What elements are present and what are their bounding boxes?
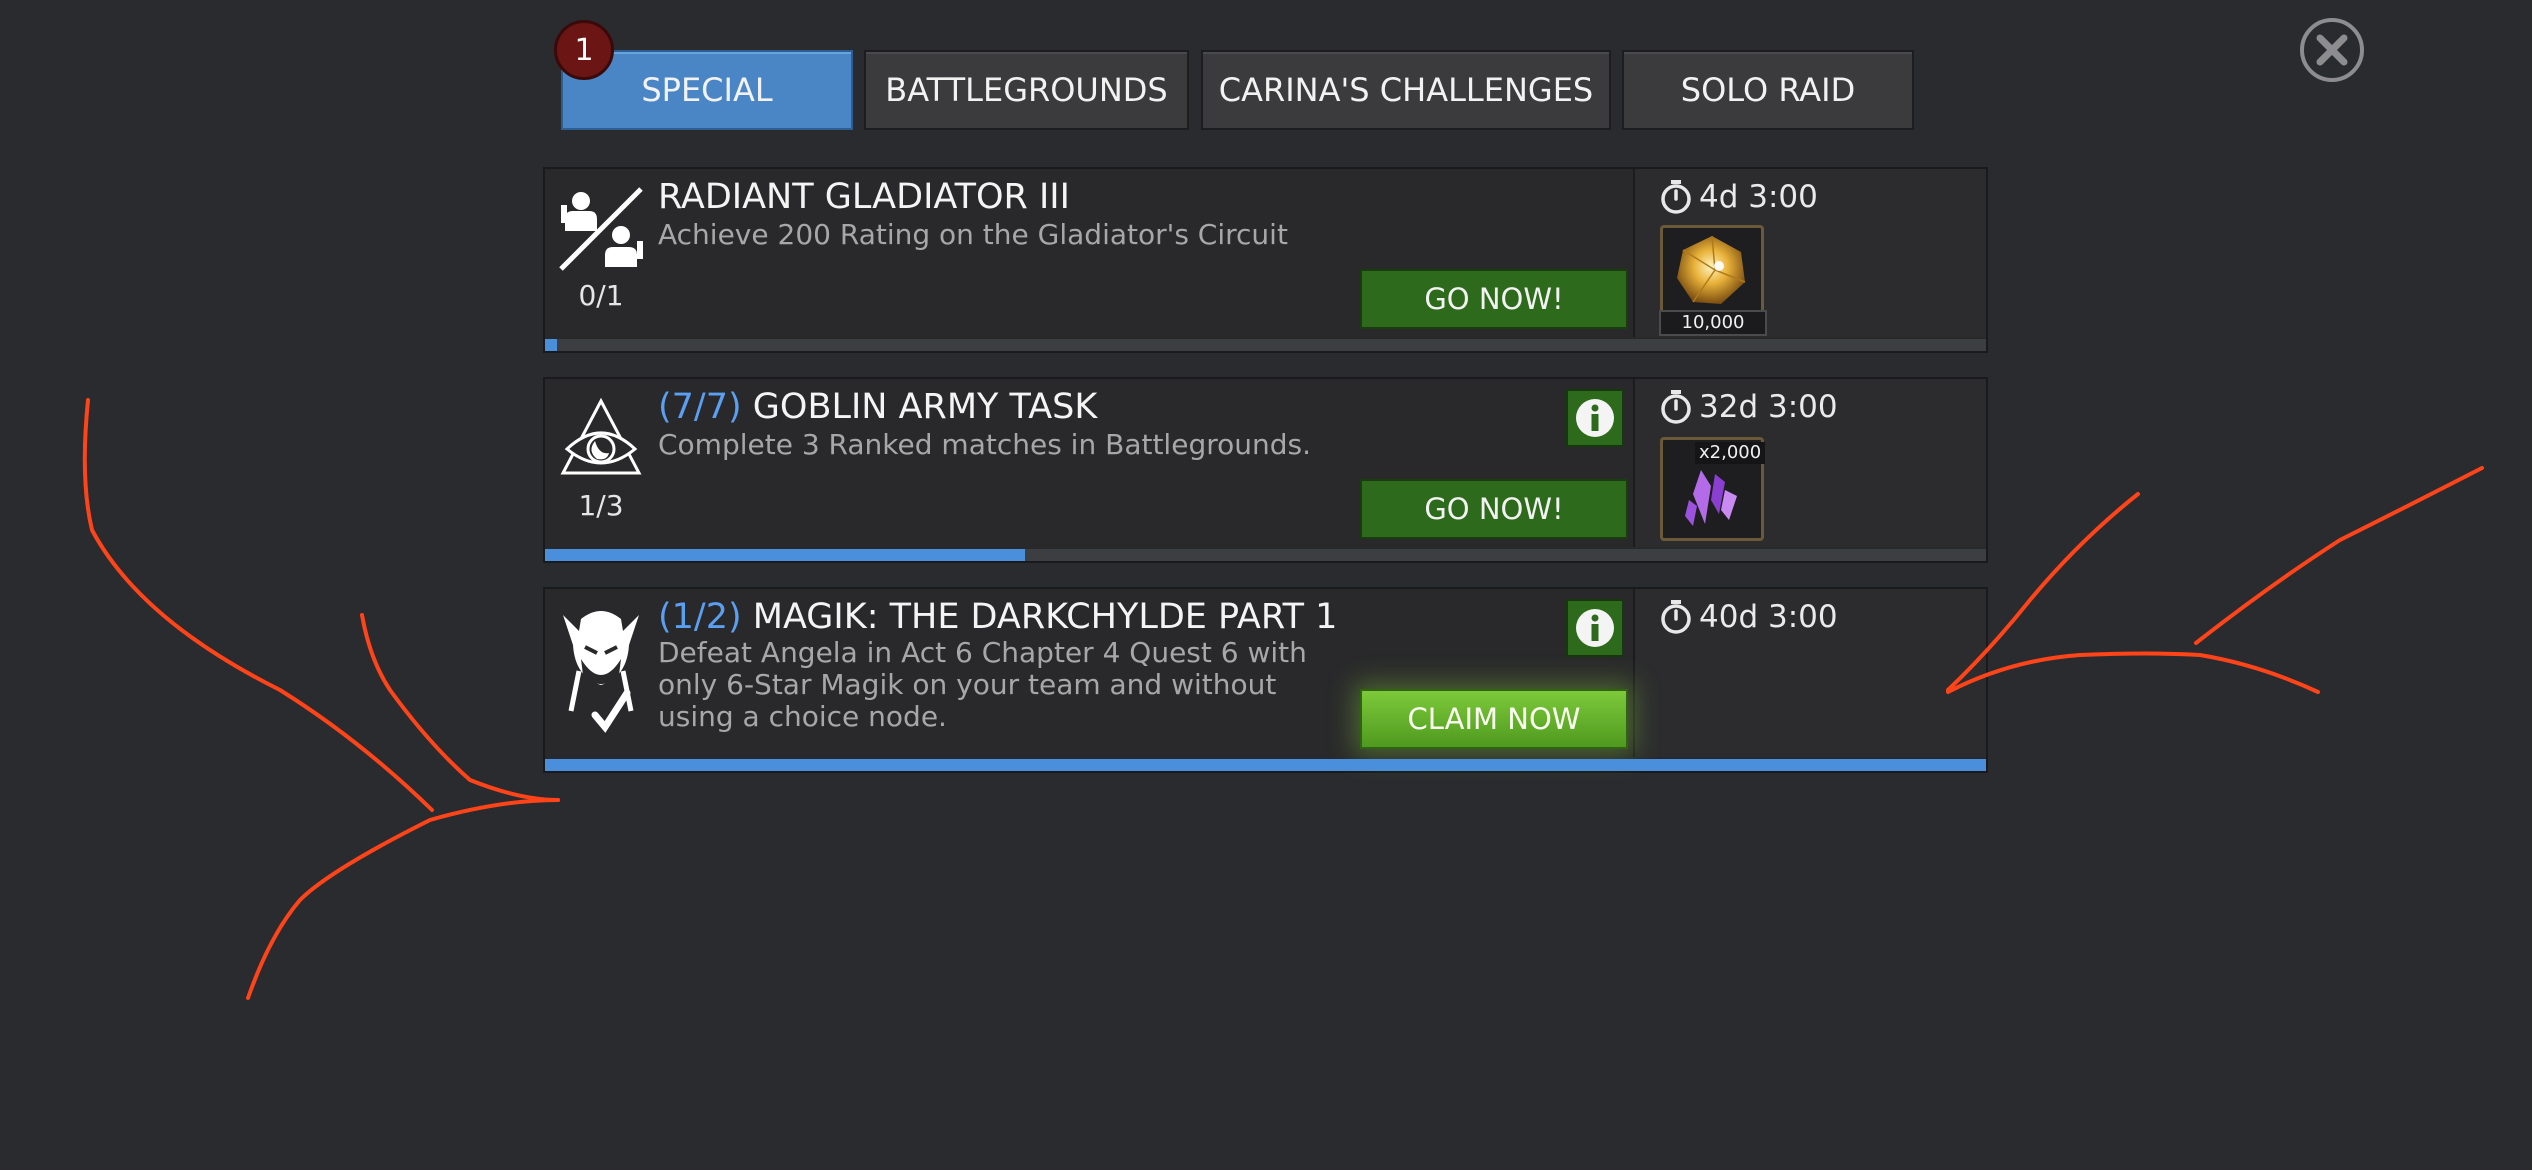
stopwatch-icon (1661, 180, 1691, 214)
info-button[interactable] (1566, 599, 1624, 657)
gold-crystal-icon (1677, 235, 1746, 304)
tab-carinas-challenges[interactable]: CARINA'S CHALLENGES (1201, 50, 1611, 130)
tab-solo-raid[interactable]: SOLO RAID (1622, 50, 1914, 130)
quest-timer: 40d 3:00 (1659, 599, 1838, 635)
notification-badge: 1 (554, 20, 614, 80)
close-button[interactable] (2300, 18, 2364, 82)
quest-title: (1/2) MAGIK: THE DARKCHYLDE PART 1 (658, 597, 1337, 637)
timer-text: 4d 3:00 (1699, 179, 1818, 215)
info-button[interactable] (1566, 389, 1624, 447)
left-arrow-stroke-3 (246, 798, 560, 1000)
quest-progress-bar (545, 339, 1986, 351)
tab-battlegrounds[interactable]: BATTLEGROUNDS (864, 50, 1189, 130)
magik-head-check-icon (563, 611, 639, 733)
quest-title-text: MAGIK: THE DARKCHYLDE PART 1 (752, 597, 1338, 637)
quest-timer: 32d 3:00 (1659, 389, 1838, 425)
go-now-button[interactable]: GO NOW! (1360, 269, 1628, 329)
quest-title-text: RADIANT GLADIATOR III (658, 177, 1070, 217)
reward-amount: x2,000 (1695, 442, 1766, 464)
gladiator-icon (559, 187, 643, 271)
quest-title: (7/7) GOBLIN ARMY TASK (658, 387, 1097, 427)
left-arrow-stroke-2 (360, 613, 560, 802)
quest-count: 0/1 (578, 279, 624, 312)
quest-card-radiant-gladiator: 0/1 RADIANT GLADIATOR III Achieve 200 Ra… (543, 167, 1988, 353)
quest-count: 1/3 (578, 489, 624, 522)
quest-progress-fill (545, 339, 557, 351)
quest-description: Achieve 200 Rating on the Gladiator's Ci… (658, 218, 1288, 251)
quest-progress-bar (545, 549, 1986, 561)
quest-card-goblin-army: 1/3 (7/7) GOBLIN ARMY TASK Complete 3 Ra… (543, 377, 1988, 563)
quest-description: Defeat Angela in Act 6 Chapter 4 Quest 6… (658, 636, 1307, 733)
reward-gold[interactable]: 10,000 (1659, 225, 1767, 336)
right-arrow-stroke-3 (2194, 466, 2484, 645)
quest-title-text: GOBLIN ARMY TASK (752, 387, 1098, 427)
quest-progress-fill (545, 549, 1025, 561)
left-arrow-stroke-1 (82, 398, 434, 812)
timer-text: 32d 3:00 (1699, 389, 1838, 425)
quest-step: (1/2) (658, 597, 742, 637)
reward-shards[interactable]: x2,000 (1660, 437, 1766, 541)
timer-text: 40d 3:00 (1699, 599, 1838, 635)
stopwatch-icon (1661, 390, 1691, 424)
quest-progress-fill (545, 759, 1986, 771)
stopwatch-icon (1661, 600, 1691, 634)
quest-description: Complete 3 Ranked matches in Battlegroun… (658, 428, 1311, 461)
info-icon (1576, 399, 1614, 437)
eye-pyramid-icon (560, 397, 642, 475)
quest-title: RADIANT GLADIATOR III (658, 177, 1070, 217)
quest-card-magik-darkchylde: (1/2) MAGIK: THE DARKCHYLDE PART 1 Defea… (543, 587, 1988, 773)
reward-amount: 10,000 (1659, 310, 1767, 336)
quest-step: (7/7) (658, 387, 742, 427)
quest-timer: 4d 3:00 (1659, 179, 1818, 215)
quest-progress-bar (545, 759, 1986, 771)
go-now-button[interactable]: GO NOW! (1360, 479, 1628, 539)
close-icon (2316, 34, 2348, 66)
info-icon (1576, 609, 1614, 647)
claim-now-button[interactable]: CLAIM NOW (1360, 689, 1628, 749)
right-arrow-stroke-2 (1946, 651, 2320, 694)
